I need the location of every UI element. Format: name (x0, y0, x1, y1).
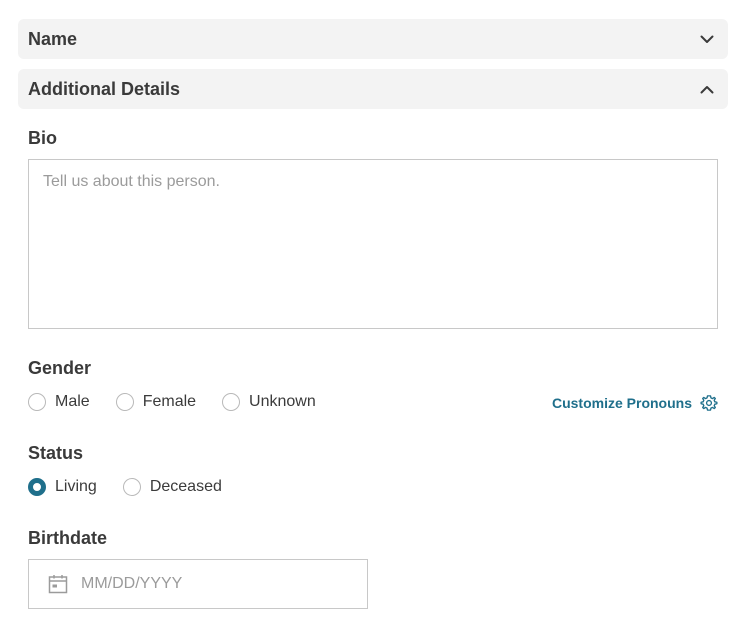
gender-option-label: Male (55, 393, 90, 410)
bio-label: Bio (28, 128, 57, 148)
customize-pronouns-link[interactable]: Customize Pronouns (552, 393, 718, 413)
radio-button[interactable] (28, 393, 46, 411)
status-label: Status (28, 443, 84, 463)
gender-option-label: Female (142, 393, 197, 410)
gender-option-female[interactable]: Female (115, 393, 197, 411)
birthdate-label: Birthdate (28, 528, 108, 548)
birthdate-input[interactable] (81, 575, 331, 593)
status-option-deceased[interactable]: Deceased (122, 478, 222, 496)
bio-textarea[interactable] (28, 159, 718, 329)
chevron-up-icon (696, 78, 718, 100)
gear-icon (700, 394, 718, 412)
radio-button-checked[interactable] (28, 478, 46, 496)
status-option-label: Living (55, 478, 97, 495)
name-section-title: Name (28, 28, 78, 49)
birthdate-field[interactable] (28, 559, 368, 609)
status-radio-group: Living Deceased (28, 476, 248, 498)
gender-radio-group: Male Female Unknown (28, 391, 342, 413)
radio-button[interactable] (115, 393, 134, 411)
status-option-living[interactable]: Living (28, 478, 97, 496)
gender-option-unknown[interactable]: Unknown (222, 393, 316, 411)
additional-details-section-title: Additional Details (28, 78, 181, 99)
chevron-down-icon (696, 28, 718, 50)
calendar-icon (48, 574, 68, 594)
status-option-label: Deceased (149, 478, 222, 495)
customize-pronouns-label: Customize Pronouns (551, 395, 692, 411)
radio-button[interactable] (222, 393, 241, 411)
additional-details-section-header[interactable]: Additional Details (18, 69, 728, 109)
gender-option-male[interactable]: Male (28, 393, 90, 411)
name-section-header[interactable]: Name (18, 19, 728, 59)
gender-option-label: Unknown (249, 393, 316, 410)
gender-label: Gender (28, 358, 92, 378)
radio-button[interactable] (122, 478, 141, 496)
